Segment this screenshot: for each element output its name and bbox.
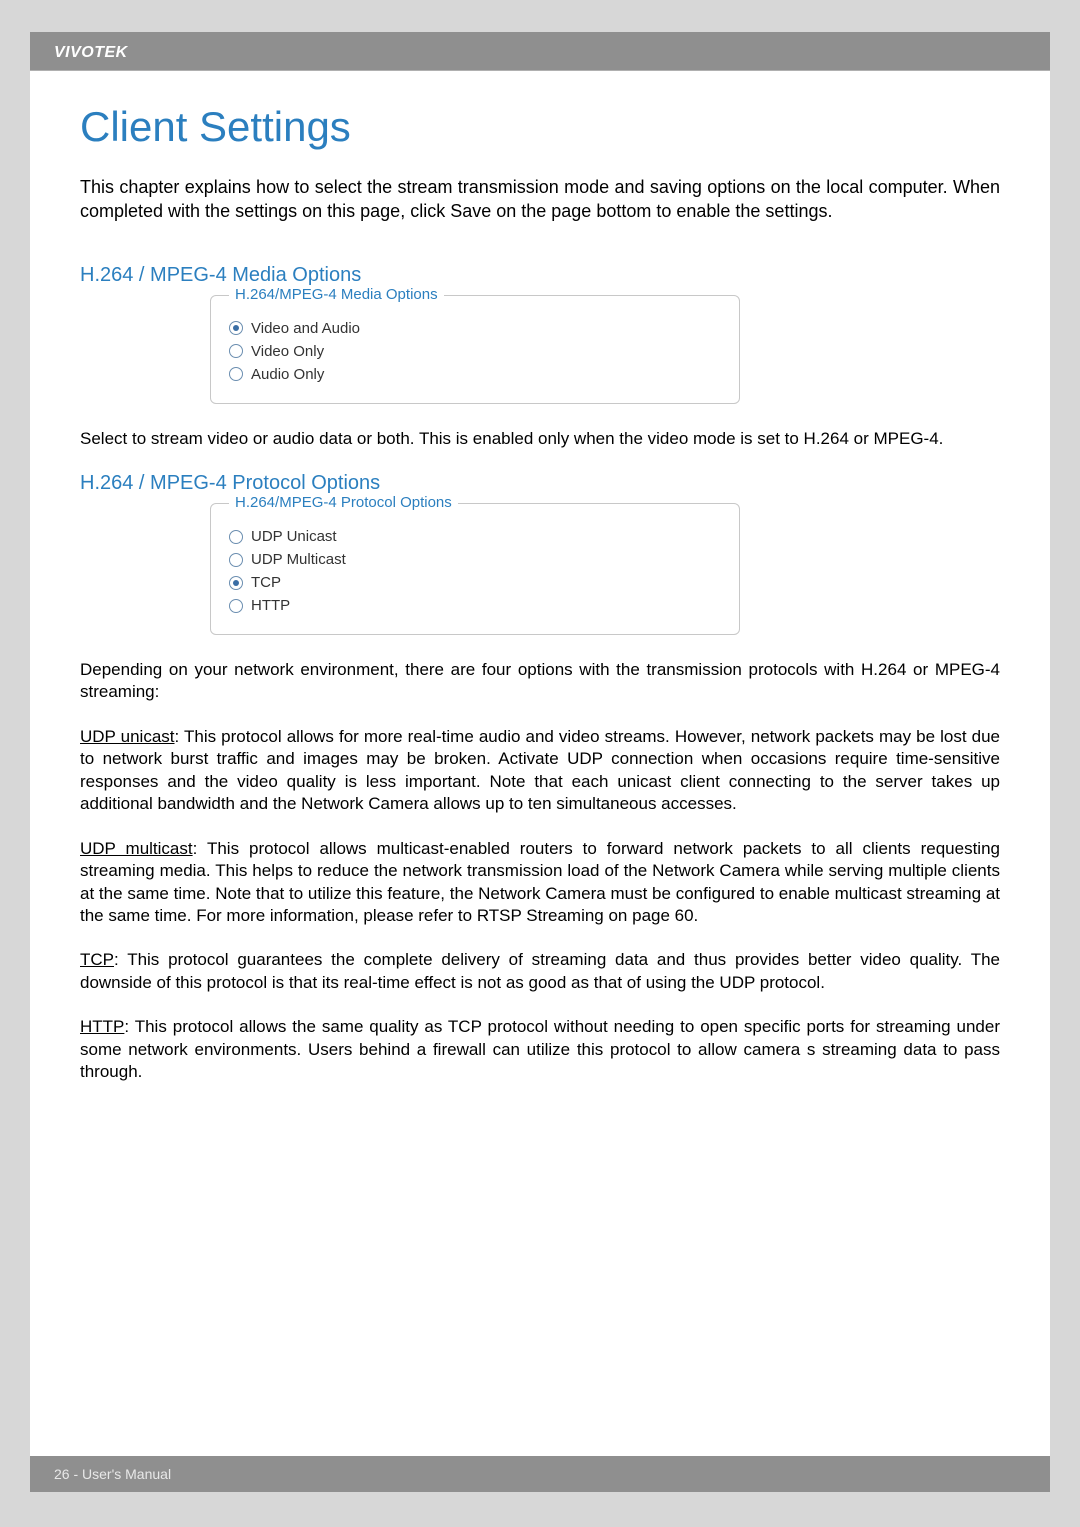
tcp-paragraph: TCP: This protocol guarantees the comple… xyxy=(80,949,1000,994)
footer-band: 26 - User's Manual xyxy=(30,1456,1050,1492)
radio-icon xyxy=(229,530,243,544)
radio-label: Video Only xyxy=(251,343,324,360)
media-options-legend: H.264/MPEG-4 Media Options xyxy=(229,286,444,303)
protocol-options-legend: H.264/MPEG-4 Protocol Options xyxy=(229,494,458,511)
radio-label: Audio Only xyxy=(251,366,324,383)
term-udp-unicast: UDP unicast xyxy=(80,727,175,746)
radio-label: UDP Multicast xyxy=(251,551,346,568)
protocol-options-note: Depending on your network environment, t… xyxy=(80,659,1000,704)
brand-label: VIVOTEK xyxy=(54,44,128,61)
protocol-option-udp-multicast[interactable]: UDP Multicast xyxy=(229,551,721,568)
radio-icon xyxy=(229,599,243,613)
protocol-options-heading: H.264 / MPEG-4 Protocol Options xyxy=(80,472,1000,495)
term-http: HTTP xyxy=(80,1017,124,1036)
udp-multicast-paragraph: UDP multicast: This protocol allows mult… xyxy=(80,838,1000,928)
body-http: : This protocol allows the same quality … xyxy=(80,1017,1000,1081)
radio-label: Video and Audio xyxy=(251,320,360,337)
radio-icon xyxy=(229,576,243,590)
protocol-option-tcp[interactable]: TCP xyxy=(229,574,721,591)
term-tcp: TCP xyxy=(80,950,114,969)
protocol-options-fieldset: H.264/MPEG-4 Protocol Options UDP Unicas… xyxy=(210,503,740,635)
radio-label: UDP Unicast xyxy=(251,528,337,545)
media-options-heading: H.264 / MPEG-4 Media Options xyxy=(80,264,1000,287)
term-udp-multicast: UDP multicast xyxy=(80,839,193,858)
content-area: Client Settings This chapter explains ho… xyxy=(30,71,1050,1084)
body-udp-unicast: : This protocol allows for more real-tim… xyxy=(80,727,1000,813)
document-page: VIVOTEK Client Settings This chapter exp… xyxy=(30,32,1050,1492)
radio-icon xyxy=(229,367,243,381)
protocol-option-http[interactable]: HTTP xyxy=(229,597,721,614)
media-options-fieldset: H.264/MPEG-4 Media Options Video and Aud… xyxy=(210,295,740,404)
radio-icon xyxy=(229,344,243,358)
media-options-note: Select to stream video or audio data or … xyxy=(80,428,1000,450)
protocol-option-udp-unicast[interactable]: UDP Unicast xyxy=(229,528,721,545)
radio-label: HTTP xyxy=(251,597,290,614)
radio-icon xyxy=(229,553,243,567)
http-paragraph: HTTP: This protocol allows the same qual… xyxy=(80,1016,1000,1083)
body-tcp: : This protocol guarantees the complete … xyxy=(80,950,1000,991)
udp-unicast-paragraph: UDP unicast: This protocol allows for mo… xyxy=(80,726,1000,816)
media-option-audio-only[interactable]: Audio Only xyxy=(229,366,721,383)
media-option-video-and-audio[interactable]: Video and Audio xyxy=(229,320,721,337)
page-title: Client Settings xyxy=(80,103,1000,151)
media-option-video-only[interactable]: Video Only xyxy=(229,343,721,360)
radio-icon xyxy=(229,321,243,335)
radio-label: TCP xyxy=(251,574,281,591)
body-udp-multicast: : This protocol allows multicast-enabled… xyxy=(80,839,1000,925)
intro-paragraph: This chapter explains how to select the … xyxy=(80,175,1000,224)
footer-text: 26 - User's Manual xyxy=(54,1466,171,1482)
header-band: VIVOTEK xyxy=(30,32,1050,70)
